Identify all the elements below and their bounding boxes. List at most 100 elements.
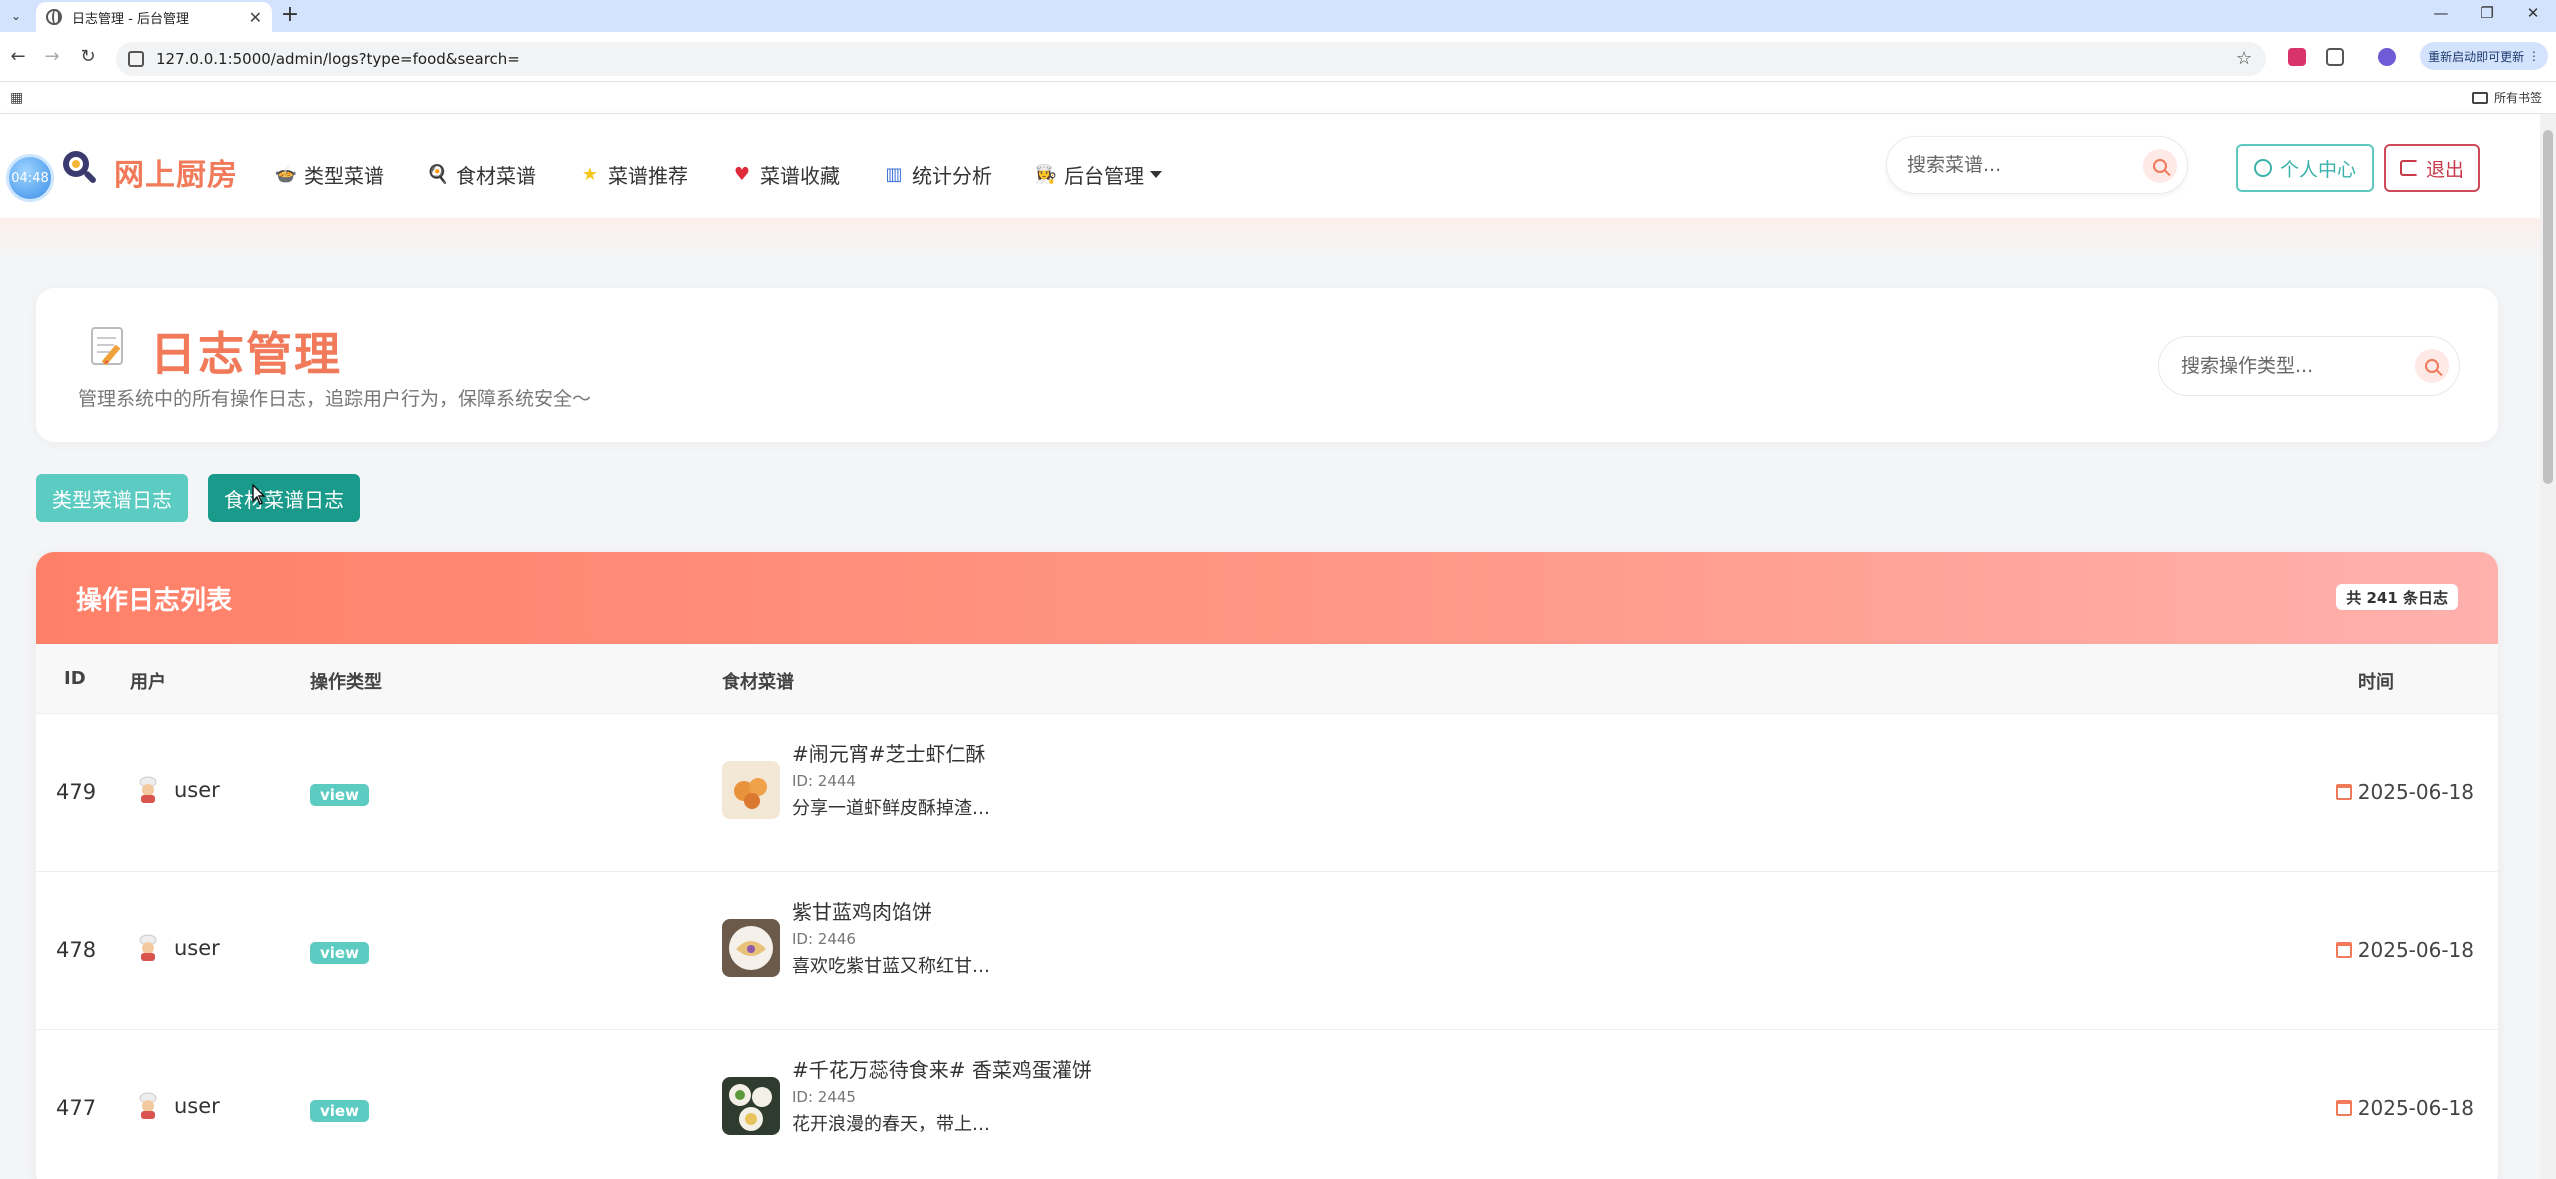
chef-avatar-icon [139, 776, 157, 803]
recipe-description: 花开浪漫的春天，带上… [792, 1114, 990, 1135]
log-table-card: 操作日志列表 共 241 条日志 ID 用户 操作类型 食材菜谱 时间 479 … [36, 552, 2498, 1179]
search-button[interactable] [2143, 149, 2177, 183]
table-header-banner: 操作日志列表 共 241 条日志 [36, 552, 2498, 644]
menu-label: 菜谱推荐 [608, 163, 688, 188]
menu-item-favorites[interactable]: ♥ 菜谱收藏 [732, 154, 840, 194]
search-icon [2425, 359, 2439, 373]
recipe-name: #千花万蕊待食来# 香菜鸡蛋灌饼 [792, 1058, 1092, 1082]
recipe-id: ID: 2445 [792, 1088, 856, 1106]
log-id: 477 [56, 1096, 97, 1120]
log-time: 2025-06-18 [2335, 1096, 2474, 1120]
table-row: 478 user view 紫甘蓝鸡肉馅饼 ID: 2446 喜欢吃紫甘蓝又称红… [36, 872, 2498, 1030]
log-id: 478 [56, 938, 97, 962]
type-recipe-logs-button[interactable]: 类型菜谱日志 [36, 474, 188, 522]
bar-chart-icon: ▥ [885, 163, 903, 185]
update-label: 重新启动即可更新 [2428, 49, 2525, 64]
recipe-cell[interactable]: #闹元宵#芝士虾仁酥 ID: 2444 分享一道虾鲜皮酥掉渣… [722, 738, 990, 820]
log-id: 479 [56, 780, 97, 804]
main-menu: 🍲 类型菜谱 🍳 食材菜谱 ★ 菜谱推荐 ♥ 菜谱收藏 ▥ 统计分析 👩‍🍳 后… [275, 154, 1206, 194]
recipe-description: 分享一道虾鲜皮酥掉渣… [792, 798, 990, 819]
puzzle-icon[interactable] [2326, 48, 2344, 66]
recipe-cell[interactable]: #千花万蕊待食来# 香菜鸡蛋灌饼 ID: 2445 花开浪漫的春天，带上… [722, 1054, 1092, 1136]
all-bookmarks[interactable]: 所有书签 [2471, 89, 2542, 106]
apps-grid-icon[interactable]: ▦ [10, 90, 23, 106]
reload-icon[interactable]: ↻ [76, 46, 100, 67]
recipe-search-input[interactable] [1907, 154, 2117, 176]
window-close-icon[interactable]: ✕ [2518, 4, 2548, 22]
sign-out-icon [2399, 160, 2418, 176]
back-icon[interactable]: ← [6, 46, 30, 67]
url-text: 127.0.0.1:5000/admin/logs?type=food&sear… [156, 50, 520, 68]
profile-button[interactable]: 个人中心 [2236, 144, 2374, 192]
memo-icon [91, 327, 123, 366]
menu-item-food-recipes[interactable]: 🍳 食材菜谱 [427, 154, 536, 194]
forward-icon[interactable]: → [40, 46, 64, 67]
recipe-thumbnail[interactable] [722, 761, 780, 819]
column-id: ID [64, 668, 86, 689]
menu-label: 食材菜谱 [456, 163, 536, 188]
time-text: 2025-06-18 [2357, 780, 2474, 804]
log-count-badge: 共 241 条日志 [2336, 584, 2458, 610]
page-background [0, 218, 2540, 258]
extension-icon[interactable] [2288, 48, 2306, 66]
menu-label: 类型菜谱 [304, 163, 384, 188]
log-search-button[interactable] [2415, 349, 2449, 383]
food-recipe-logs-button[interactable]: 食材菜谱日志 [208, 474, 360, 522]
column-time: 时间 [2358, 672, 2394, 693]
address-bar: ← → ↻ 127.0.0.1:5000/admin/logs?type=foo… [0, 32, 2556, 82]
minimize-icon[interactable]: — [2426, 4, 2456, 22]
log-search [2158, 336, 2460, 396]
log-user: user [136, 934, 220, 962]
column-recipe: 食材菜谱 [722, 672, 794, 693]
recipe-cell[interactable]: 紫甘蓝鸡肉馅饼 ID: 2446 喜欢吃紫甘蓝又称红甘… [722, 896, 990, 978]
action-badge: view [310, 784, 369, 806]
bookmark-star-icon[interactable]: ☆ [2236, 48, 2252, 69]
calendar-icon [2335, 1100, 2352, 1116]
log-search-input[interactable] [2181, 355, 2391, 377]
table-row: 477 user view #千花万蕊待食来# 香菜鸡蛋灌饼 ID: 2445 … [36, 1030, 2498, 1179]
calendar-icon [2335, 784, 2352, 800]
clock-widget: 04:48 [6, 154, 54, 202]
user-name: user [174, 778, 220, 802]
url-field[interactable]: 127.0.0.1:5000/admin/logs?type=food&sear… [116, 42, 2266, 76]
user-name: user [174, 1094, 220, 1118]
site-info-icon[interactable] [128, 51, 144, 67]
chef-icon: 👩‍🍳 [1034, 163, 1058, 185]
log-time: 2025-06-18 [2335, 780, 2474, 804]
logout-button[interactable]: 退出 [2384, 144, 2480, 192]
recipe-name: #闹元宵#芝士虾仁酥 [792, 742, 986, 766]
tab-search-chevron-icon[interactable]: ⌄ [6, 6, 26, 26]
menu-label: 后台管理 [1064, 163, 1144, 188]
page-scrollbar[interactable] [2540, 114, 2556, 1179]
page-header-card: 日志管理 管理系统中的所有操作日志，追踪用户行为，保障系统安全～ [36, 288, 2498, 442]
calendar-icon [2335, 942, 2352, 958]
logout-label: 退出 [2425, 158, 2464, 181]
recipe-thumbnail[interactable] [722, 1077, 780, 1135]
bookmarks-bar: ▦ 所有书签 [0, 82, 2556, 114]
heart-icon: ♥ [733, 163, 751, 185]
column-action: 操作类型 [310, 672, 382, 693]
tab-title: 日志管理 - 后台管理 [72, 11, 189, 27]
menu-item-type-recipes[interactable]: 🍲 类型菜谱 [275, 154, 384, 194]
brand-name[interactable]: 网上厨房 [114, 150, 238, 194]
menu-item-admin[interactable]: 👩‍🍳 后台管理 [1034, 154, 1162, 194]
table-title: 操作日志列表 [76, 586, 233, 616]
browser-tab[interactable]: 日志管理 - 后台管理 ✕ [36, 2, 272, 32]
menu-item-recommend[interactable]: ★ 菜谱推荐 [580, 154, 688, 194]
menu-item-statistics[interactable]: ▥ 统计分析 [884, 154, 992, 194]
action-badge: view [310, 1100, 369, 1122]
all-bookmarks-label: 所有书签 [2493, 91, 2542, 105]
recipe-search [1886, 136, 2188, 194]
recipe-description: 喜欢吃紫甘蓝又称红甘… [792, 956, 990, 977]
user-name: user [174, 936, 220, 960]
profile-avatar-icon[interactable] [2378, 48, 2396, 66]
tab-close-icon[interactable]: ✕ [249, 8, 262, 27]
new-tab-button[interactable]: + [278, 4, 302, 28]
scrollbar-thumb[interactable] [2543, 130, 2553, 484]
menu-label: 统计分析 [912, 163, 992, 188]
recipe-thumbnail[interactable] [722, 919, 780, 977]
chef-avatar-icon [139, 934, 157, 961]
chef-avatar-icon [139, 1092, 157, 1119]
restore-icon[interactable]: ❐ [2472, 4, 2502, 22]
update-button[interactable]: 重新启动即可更新 ⋮ [2420, 42, 2548, 70]
